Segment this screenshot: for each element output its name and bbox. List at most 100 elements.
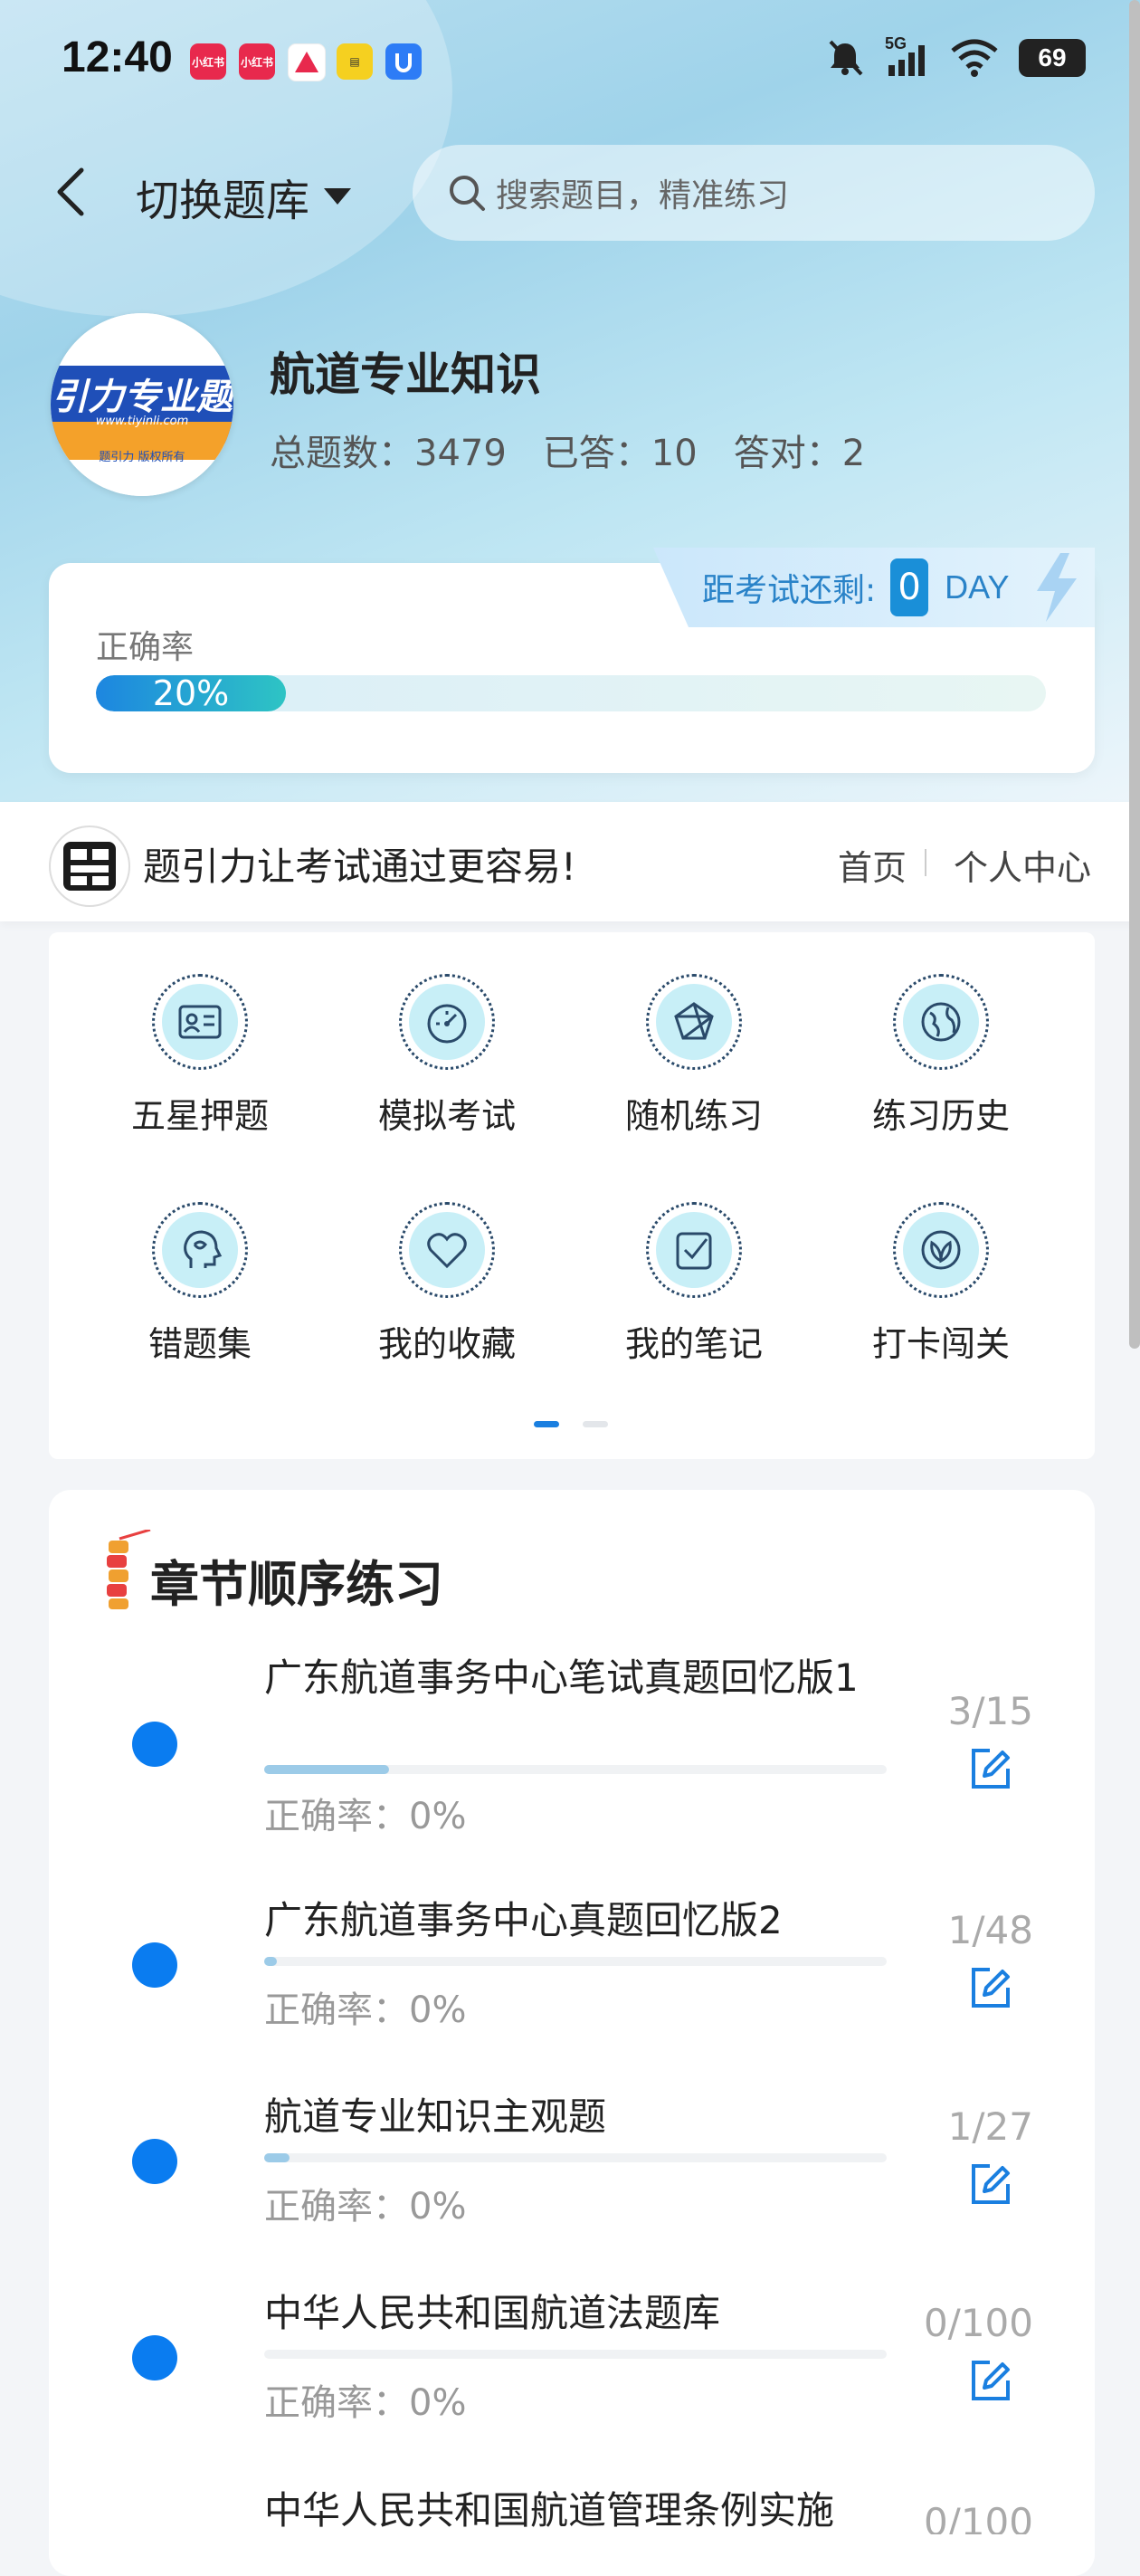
status-bar: 12:40 小红书 小红书 ▤ 5G 69 [0, 0, 1140, 118]
note-check-icon [676, 1232, 712, 1270]
search-icon [450, 176, 485, 211]
chapter-accuracy: 正确率：0% [264, 1989, 467, 2031]
app-notification-icon [385, 43, 422, 80]
battery-indicator: 69 [1019, 39, 1086, 77]
accuracy-progress-bar: 20% [96, 675, 1046, 711]
chapter-progress-fill [264, 1957, 277, 1966]
switch-bank-label: 切换题库 [136, 176, 310, 226]
accuracy-progress-fill: 20% [96, 675, 286, 711]
edit-icon[interactable] [966, 2161, 1013, 2208]
chapter-progress-fill [264, 1765, 389, 1774]
chapter-name: 广东航道事务中心笔试真题回忆版1 [264, 1655, 859, 1700]
chapter-name: 广东航道事务中心真题回忆版2 [264, 1898, 783, 1942]
speedometer-icon [427, 1004, 467, 1044]
chapter-bullet [132, 2335, 177, 2380]
brand-logo-icon [49, 825, 130, 907]
answered-count: 已答：10 [542, 433, 698, 474]
nav-home-link[interactable]: 首页 [838, 840, 907, 890]
total-count: 总题数：3479 [270, 433, 507, 474]
mute-bell-icon [829, 40, 863, 76]
feature-mock-exam[interactable]: 模拟考试 [343, 974, 551, 1138]
chapter-progress-fill [264, 2153, 290, 2162]
feature-random-practice[interactable]: 随机练习 [590, 974, 798, 1138]
app-notification-icon: ▤ [337, 43, 373, 80]
feature-label: 我的收藏 [377, 1324, 516, 1364]
chapter-bullet [132, 1942, 177, 1988]
feature-grid: 五星押题 模拟考试 随机练习 练习历史 错题集 我的收藏 我的笔记 打卡闯关 [49, 932, 1095, 1459]
feature-favorites[interactable]: 我的收藏 [343, 1202, 551, 1366]
feature-label: 模拟考试 [377, 1096, 516, 1136]
bank-logo: 引力专业题 www.tiyinli.com 题引力 版权所有 [51, 313, 233, 496]
feature-notes[interactable]: 我的笔记 [590, 1202, 798, 1366]
feature-checkin[interactable]: 打卡闯关 [837, 1202, 1045, 1366]
countdown-value: 0 [890, 558, 929, 616]
accuracy-value: 20% [152, 675, 230, 711]
back-arrow-icon[interactable] [52, 165, 89, 219]
chapter-count: 3/15 [947, 1689, 1033, 1733]
xiaohongshu-app-icon: 小红书 [239, 43, 275, 80]
feature-label: 五星押题 [130, 1096, 269, 1136]
chapter-count: 1/48 [947, 1908, 1033, 1952]
chapter-accuracy: 正确率：0% [264, 2382, 467, 2424]
chapter-count: 0/100 [923, 2500, 1033, 2534]
bank-title: 航道专业知识 [270, 348, 541, 401]
wifi-icon [951, 39, 998, 77]
chapter-progress-bar [264, 2350, 887, 2359]
chapter-name: 航道专业知识主观题 [264, 2094, 607, 2139]
logo-url: www.tiyinli.com [95, 415, 189, 428]
feature-label: 随机练习 [624, 1096, 763, 1136]
head-icon [184, 1230, 223, 1268]
countdown-label: 距考试还剩: [702, 572, 877, 609]
lightning-icon [1036, 553, 1077, 622]
logo-subtitle: 题引力 版权所有 [99, 451, 185, 464]
nav-profile-link[interactable]: 个人中心 [954, 840, 1091, 890]
chapter-progress-bar [264, 1765, 887, 1774]
globe-icon [921, 1002, 961, 1042]
switch-bank-dropdown[interactable]: 切换题库 [136, 165, 353, 228]
chapter-progress-bar [264, 1957, 887, 1966]
edit-icon[interactable] [966, 1745, 1013, 1792]
leaf-icon [921, 1230, 961, 1270]
chapter-accuracy: 正确率：0% [264, 1796, 467, 1837]
feature-label: 错题集 [147, 1324, 252, 1364]
chapter-bullet [132, 2139, 177, 2184]
bank-stats: 总题数：3479 已答：10 答对：2 [270, 424, 865, 476]
slogan-text: 题引力让考试通过更容易! [143, 844, 576, 889]
page-dot [583, 1421, 608, 1427]
feature-wrong-questions[interactable]: 错题集 [96, 1202, 304, 1366]
feature-label: 我的笔记 [624, 1324, 763, 1364]
chapter-bullet [132, 1722, 177, 1767]
chapter-name: 中华人民共和国航道法题库 [264, 2291, 721, 2335]
app-notification-icon [288, 43, 326, 81]
caret-down-icon [324, 188, 352, 205]
edit-icon[interactable] [966, 2357, 1013, 2404]
feature-label: 练习历史 [871, 1096, 1010, 1136]
countdown-unit: DAY [945, 568, 1010, 606]
logo-text: 引力专业题 [52, 377, 233, 418]
edit-icon[interactable] [966, 1964, 1013, 2011]
feature-five-star[interactable]: 五星押题 [96, 974, 304, 1138]
chapter-accuracy: 正确率：0% [264, 2186, 467, 2228]
page-indicator [534, 1421, 608, 1427]
xiaohongshu-app-icon: 小红书 [190, 43, 226, 80]
network-icon [674, 1002, 714, 1040]
signal-icon: 5G [885, 34, 930, 78]
heart-icon [427, 1233, 467, 1269]
search-placeholder: 搜索题目，精准练习 [496, 177, 790, 215]
scrollbar[interactable] [1129, 0, 1140, 1349]
chapter-name: 中华人民共和国航道管理条例实施 [264, 2488, 835, 2533]
chapter-item[interactable]: 中华人民共和国航道管理条例实施 0/100 [0, 2485, 1140, 2534]
exam-countdown: 距考试还剩: 0 DAY [653, 548, 1095, 627]
accuracy-label: 正确率 [96, 629, 195, 666]
slogan-bar: 题引力让考试通过更容易! 首页 个人中心 [0, 802, 1140, 921]
chapter-count: 0/100 [923, 2301, 1033, 2345]
search-input[interactable]: 搜索题目，精准练习 [413, 145, 1095, 241]
chapter-section-title: 章节顺序练习 [150, 1556, 443, 1613]
id-card-icon [178, 1005, 222, 1039]
feature-label: 打卡闯关 [871, 1324, 1010, 1364]
chapter-progress-bar [264, 2153, 887, 2162]
feature-history[interactable]: 练习历史 [837, 974, 1045, 1138]
page-dot-active [534, 1421, 559, 1427]
nav-divider [925, 849, 926, 876]
status-time: 12:40 [62, 33, 173, 81]
